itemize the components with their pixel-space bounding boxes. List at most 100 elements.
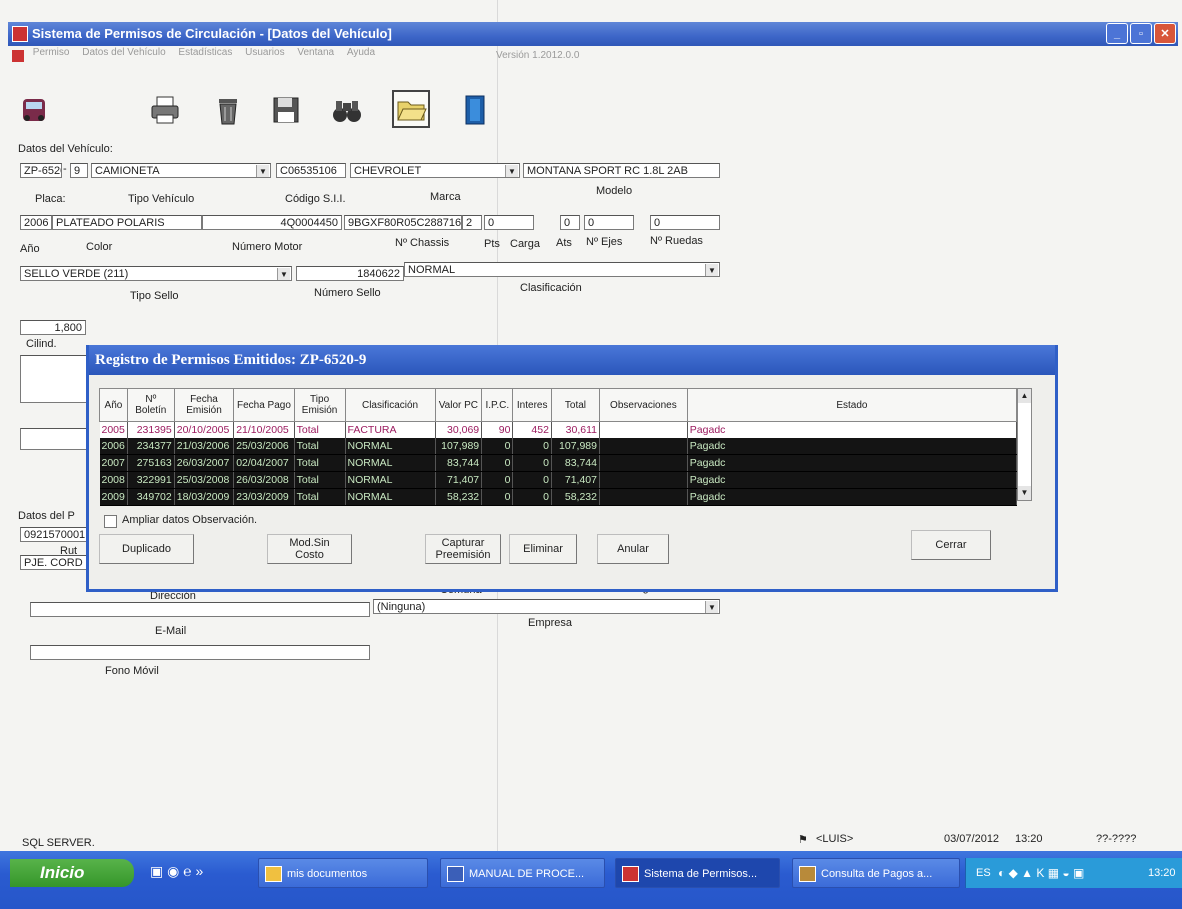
col-anio[interactable]: Año	[99, 388, 128, 422]
clasificacion-select[interactable]: NORMAL ▼	[404, 262, 720, 277]
codigo-sii-field[interactable]: C06535106	[276, 163, 346, 178]
modelo-field[interactable]: MONTANA SPORT RC 1.8L 2AB	[523, 163, 720, 178]
duplicado-button[interactable]: Duplicado	[99, 534, 194, 564]
cell-estado: Pagadc	[687, 471, 1018, 489]
menu-item-estadisticas[interactable]: Estadísticas	[178, 47, 232, 58]
menu-item-usuarios[interactable]: Usuarios	[245, 47, 284, 58]
table-scrollbar[interactable]: ▲ ▼	[1017, 388, 1032, 501]
asientos-label: Ats	[556, 237, 572, 249]
chevron-down-icon[interactable]: ▼	[505, 165, 518, 177]
tipo-sello-label: Tipo Sello	[130, 290, 179, 302]
chevron-down-icon[interactable]: ▼	[705, 601, 718, 613]
col-clasificacion[interactable]: Clasificación	[344, 388, 436, 422]
col-tipo-emision[interactable]: Tipo Emisión	[293, 388, 346, 422]
col-fecha-emision[interactable]: Fecha Emisión	[173, 388, 235, 422]
col-observaciones[interactable]: Observaciones	[599, 388, 688, 422]
color-field[interactable]: PLATEADO POLARIS	[52, 215, 202, 230]
exit-door-icon[interactable]	[455, 90, 495, 130]
cilindrada-field[interactable]: 1,800	[20, 320, 86, 335]
ejes-label: Nº Ejes	[586, 236, 623, 248]
notes-box[interactable]	[20, 355, 90, 403]
table-row[interactable]: 2008 322991 25/03/2008 26/03/2008 Total …	[99, 471, 1018, 489]
cell-clasificacion: NORMAL	[345, 471, 436, 489]
carga-field[interactable]: 0	[484, 215, 534, 230]
mod-sin-costo-button[interactable]: Mod.Sin Costo	[267, 534, 352, 564]
tray-clock[interactable]: 13:20	[1148, 858, 1176, 888]
maximize-button[interactable]: ▫	[1130, 23, 1152, 44]
placa-label: Placa:	[35, 193, 66, 205]
asientos-field[interactable]: 0	[560, 215, 580, 230]
col-ipc[interactable]: I.P.C.	[481, 388, 514, 422]
numero-chassis-field[interactable]: 9BGXF80R05C288716	[344, 215, 462, 230]
cell-anio: 2005	[99, 421, 128, 438]
task-sistema-permisos[interactable]: Sistema de Permisos...	[615, 858, 780, 888]
tipo-vehiculo-select[interactable]: CAMIONETA ▼	[91, 163, 271, 178]
chevron-down-icon[interactable]: ▼	[705, 264, 718, 276]
menu-item-ventana[interactable]: Ventana	[297, 47, 334, 58]
col-total[interactable]: Total	[550, 388, 601, 422]
direccion-field[interactable]: PJE. CORD	[20, 555, 88, 570]
cell-clasificacion: NORMAL	[345, 488, 436, 506]
ruedas-field[interactable]: 0	[650, 215, 720, 230]
task-manual[interactable]: MANUAL DE PROCE...	[440, 858, 605, 888]
numero-sello-field[interactable]: 1840622	[296, 266, 404, 281]
col-interes[interactable]: Interes	[512, 388, 552, 422]
menu-item-permiso[interactable]: Permiso	[33, 47, 70, 58]
tray-icons[interactable]: ◐ ◆ ▲ K ▦ ◒ ▣	[998, 858, 1084, 888]
table-row[interactable]: 2009 349702 18/03/2009 23/03/2009 Total …	[99, 488, 1018, 506]
binoculars-icon[interactable]	[327, 90, 367, 130]
language-indicator[interactable]: ES	[976, 858, 991, 888]
minimize-button[interactable]: _	[1106, 23, 1128, 44]
app-icon	[12, 26, 28, 42]
task-consulta-pagos[interactable]: Consulta de Pagos a...	[792, 858, 960, 888]
capturar-preemision-button[interactable]: Capturar Preemisión	[425, 534, 501, 564]
menu-item-datos-vehiculo[interactable]: Datos del Vehículo	[82, 47, 165, 58]
menu-item-ayuda[interactable]: Ayuda	[347, 47, 375, 58]
aux-field[interactable]	[20, 428, 90, 450]
col-fecha-pago[interactable]: Fecha Pago	[233, 388, 295, 422]
cell-fecha-pago: 21/10/2005	[233, 421, 295, 438]
ejes-field[interactable]: 0	[584, 215, 634, 230]
eliminar-button[interactable]: Eliminar	[509, 534, 577, 564]
scroll-down-icon[interactable]: ▼	[1018, 486, 1031, 500]
scroll-up-icon[interactable]: ▲	[1018, 389, 1031, 403]
col-boletin[interactable]: Nº Boletín	[126, 388, 175, 422]
col-estado[interactable]: Estado	[686, 388, 1018, 422]
save-disk-icon[interactable]	[266, 90, 306, 130]
table-row[interactable]: 2007 275163 26/03/2007 02/04/2007 Total …	[99, 454, 1018, 472]
car-icon[interactable]	[14, 90, 54, 130]
version-label: Versión 1.2012.0.0	[496, 50, 580, 61]
start-button[interactable]: Inicio	[10, 859, 134, 887]
pts-field[interactable]: 2	[462, 215, 482, 230]
trash-icon[interactable]	[208, 90, 248, 130]
permisos-table[interactable]: Año Nº Boletín Fecha Emisión Fecha Pago …	[99, 388, 1018, 506]
table-row[interactable]: 2005 231395 20/10/2005 21/10/2005 Total …	[99, 421, 1018, 438]
numero-motor-field[interactable]: 4Q0004450	[202, 215, 342, 230]
placa-field[interactable]: ZP-6520	[20, 163, 62, 178]
cerrar-button[interactable]: Cerrar	[911, 530, 991, 560]
anular-button[interactable]: Anular	[597, 534, 669, 564]
email-field[interactable]	[30, 602, 370, 617]
ampliar-observacion-checkbox[interactable]	[104, 515, 117, 528]
placa-dv-field[interactable]: 9	[70, 163, 88, 178]
table-row[interactable]: 2006 234377 21/03/2006 25/03/2006 Total …	[99, 438, 1018, 455]
col-valor-pc[interactable]: Valor PC	[434, 388, 483, 422]
printer-icon[interactable]	[145, 90, 185, 130]
close-button[interactable]: ✕	[1154, 23, 1176, 44]
folder-icon[interactable]	[392, 90, 430, 128]
empresa-select[interactable]: (Ninguna) ▼	[373, 599, 720, 614]
anio-field[interactable]: 2006	[20, 215, 52, 230]
rut-field[interactable]: 0921570001	[20, 527, 88, 542]
chevron-down-icon[interactable]: ▼	[277, 268, 290, 280]
task-mis-documentos[interactable]: mis documentos	[258, 858, 428, 888]
dialog-titlebar[interactable]: Registro de Permisos Emitidos: ZP-6520-9	[89, 345, 1055, 375]
marca-select[interactable]: CHEVROLET ▼	[350, 163, 520, 178]
window-titlebar[interactable]: Sistema de Permisos de Circulación - [Da…	[8, 22, 1178, 46]
db-status: SQL SERVER.	[22, 837, 95, 849]
quicklaunch-icons[interactable]: ▣ ◉ ℮ »	[150, 863, 203, 880]
tipo-sello-select[interactable]: SELLO VERDE (211) ▼	[20, 266, 292, 281]
cell-ipc: 90	[481, 421, 514, 438]
anio-label: Año	[20, 243, 40, 255]
fono-field[interactable]	[30, 645, 370, 660]
chevron-down-icon[interactable]: ▼	[256, 165, 269, 177]
